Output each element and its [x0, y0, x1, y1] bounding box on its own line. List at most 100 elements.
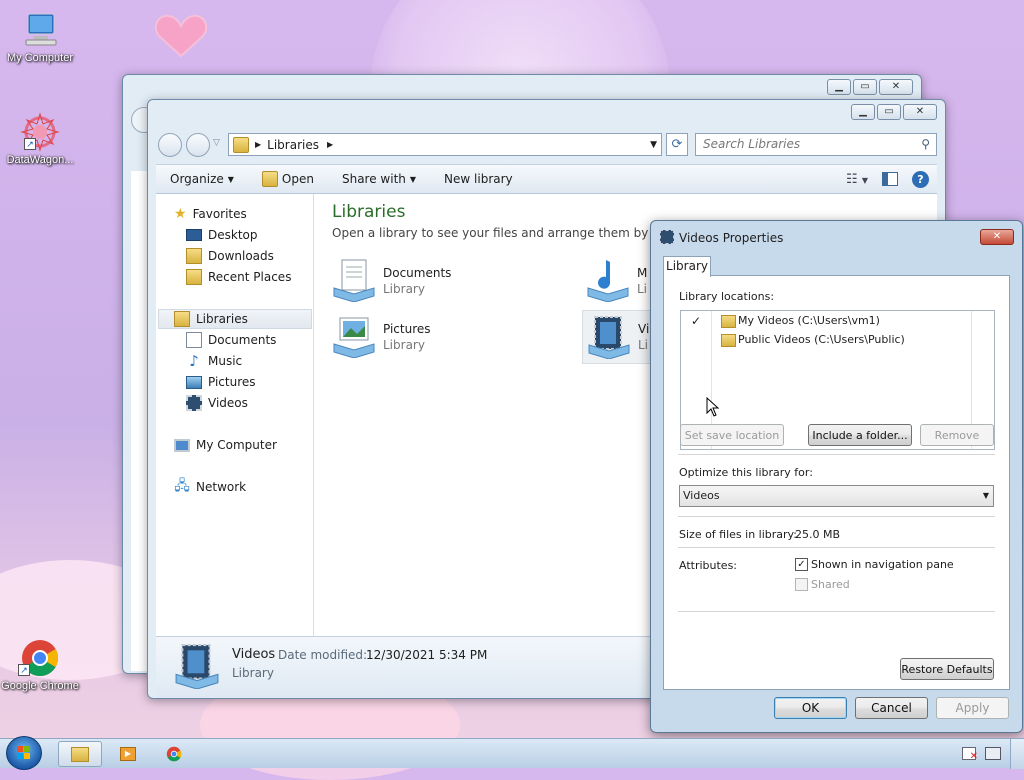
- maximize-button[interactable]: ▭: [853, 79, 877, 95]
- command-bar: Organize ▼ Open Share with ▼ New library ☷…: [156, 164, 937, 194]
- nav-label: Favorites: [192, 207, 247, 221]
- address-bar[interactable]: ▶ Libraries ▶ ▼: [228, 133, 662, 156]
- dialog-title: Videos Properties: [679, 231, 784, 245]
- optimize-label: Optimize this library for:: [679, 466, 813, 479]
- library-item-pictures[interactable]: Pictures Library: [330, 310, 550, 364]
- nav-documents[interactable]: Documents: [186, 330, 276, 350]
- search-input[interactable]: Search Libraries ⚲: [695, 133, 937, 156]
- library-item-name: Documents: [383, 266, 452, 280]
- nav-videos[interactable]: Videos: [186, 393, 248, 413]
- network-tray-icon[interactable]: [985, 747, 1001, 760]
- taskbar-explorer-button[interactable]: [58, 741, 102, 767]
- checkbox-label: Shared: [811, 578, 850, 591]
- desktop-icon-label: DataWagon...: [6, 154, 74, 166]
- set-save-location-button[interactable]: Set save location: [680, 424, 784, 446]
- library-item-documents[interactable]: Documents Library: [330, 254, 550, 308]
- organize-label: Organize: [170, 172, 224, 186]
- tab-library[interactable]: Library: [663, 256, 711, 277]
- shortcut-arrow-icon: ↗: [24, 138, 36, 150]
- computer-icon: [174, 438, 190, 452]
- restore-defaults-button[interactable]: Restore Defaults: [900, 658, 994, 680]
- new-library-button[interactable]: New library: [430, 172, 527, 186]
- location-row[interactable]: ✓ My Videos (C:\Users\vm1): [681, 313, 971, 331]
- location-name: My Videos (C:\Users\vm1): [738, 314, 880, 327]
- action-center-icon[interactable]: ✕: [962, 747, 978, 762]
- remove-button[interactable]: Remove: [920, 424, 994, 446]
- desktop-icon-my-computer[interactable]: My Computer: [0, 10, 80, 64]
- desktop-icon-label: Google Chrome: [1, 680, 79, 692]
- nav-pictures[interactable]: Pictures: [186, 372, 256, 392]
- include-folder-button[interactable]: Include a folder...: [808, 424, 912, 446]
- share-with-button[interactable]: Share with ▼: [328, 172, 430, 186]
- breadcrumb-separator-icon: ▶: [255, 140, 262, 149]
- nav-downloads[interactable]: Downloads: [186, 246, 274, 266]
- library-item-name: Pictures: [383, 322, 431, 336]
- shown-in-nav-checkbox[interactable]: ✓ Shown in navigation pane: [795, 558, 954, 571]
- nav-label: Recent Places: [208, 270, 292, 284]
- nav-music[interactable]: ♪ Music: [186, 351, 242, 371]
- show-desktop-button[interactable]: [1010, 739, 1024, 769]
- optimize-select[interactable]: Videos ▼: [679, 485, 994, 507]
- refresh-button[interactable]: ⟳: [666, 133, 688, 156]
- videos-library-icon: [587, 315, 631, 360]
- change-view-icon[interactable]: ☷ ▼: [846, 172, 868, 187]
- documents-library-icon: [332, 258, 376, 303]
- open-button[interactable]: Open: [248, 171, 328, 187]
- nav-favorites[interactable]: ★ Favorites: [174, 204, 247, 224]
- separator: [678, 454, 995, 455]
- details-type: Library: [232, 666, 274, 680]
- open-label: Open: [281, 172, 314, 186]
- close-button[interactable]: ✕: [879, 79, 913, 95]
- help-icon[interactable]: ?: [912, 170, 929, 188]
- address-dropdown-icon[interactable]: ▼: [650, 140, 657, 150]
- nav-my-computer[interactable]: My Computer: [174, 435, 277, 455]
- taskbar-media-player-button[interactable]: ▶: [106, 741, 150, 767]
- apply-button[interactable]: Apply: [936, 697, 1009, 719]
- back-button[interactable]: [158, 133, 182, 157]
- ok-button[interactable]: OK: [774, 697, 847, 719]
- details-modified-value: 12/30/2021 5:34 PM: [366, 648, 488, 662]
- library-locations-label: Library locations:: [679, 290, 775, 303]
- videos-icon: [186, 395, 202, 411]
- media-player-icon: ▶: [120, 747, 136, 761]
- library-item-type: Library: [383, 282, 425, 296]
- breadcrumb-separator-icon[interactable]: ▶: [327, 140, 333, 149]
- music-library-icon: [586, 258, 630, 303]
- dropdown-arrow-icon: ▼: [982, 491, 989, 500]
- nav-desktop[interactable]: Desktop: [186, 225, 258, 245]
- maximize-button[interactable]: ▭: [877, 104, 901, 120]
- minimize-button[interactable]: ▁: [827, 79, 851, 95]
- organize-button[interactable]: Organize ▼: [156, 172, 248, 186]
- nav-recent-places[interactable]: Recent Places: [186, 267, 291, 287]
- forward-button[interactable]: [186, 133, 210, 157]
- search-icon: ⚲: [921, 137, 930, 151]
- checkbox-label: Shown in navigation pane: [811, 558, 954, 571]
- minimize-button[interactable]: ▁: [851, 104, 875, 120]
- windows-logo-icon: [17, 746, 30, 759]
- nav-network[interactable]: 🖧 Network: [174, 477, 246, 497]
- breadcrumb-libraries[interactable]: Libraries: [267, 138, 319, 152]
- close-button[interactable]: ✕: [903, 104, 937, 120]
- recent-pages-dropdown-icon[interactable]: ▽: [213, 138, 220, 148]
- details-modified-label: Date modified:: [278, 648, 368, 662]
- library-folder-icon: [233, 136, 249, 153]
- start-button[interactable]: [6, 736, 42, 770]
- location-name: Public Videos (C:\Users\Public): [738, 333, 905, 346]
- preview-pane-icon[interactable]: [882, 172, 898, 186]
- library-item-type: Library: [383, 338, 425, 352]
- open-folder-icon: [261, 171, 278, 187]
- nav-label: Documents: [208, 333, 277, 347]
- nav-label: Libraries: [196, 312, 248, 326]
- desktop-icon-google-chrome[interactable]: ↗ Google Chrome: [0, 638, 80, 692]
- videos-properties-dialog[interactable]: Videos Properties ✕ Library Library loca…: [650, 220, 1023, 733]
- location-row[interactable]: Public Videos (C:\Users\Public): [681, 332, 971, 350]
- taskbar-chrome-button[interactable]: [152, 741, 196, 767]
- desktop-icon-datawagon[interactable]: ↗ DataWagon...: [0, 112, 80, 166]
- pictures-library-icon: [332, 314, 376, 359]
- nav-libraries[interactable]: Libraries: [158, 309, 312, 329]
- explorer-folder-icon: [71, 746, 89, 762]
- desktop-icon: [186, 229, 202, 241]
- shared-checkbox[interactable]: Shared: [795, 578, 850, 591]
- cancel-button[interactable]: Cancel: [855, 697, 928, 719]
- dialog-close-button[interactable]: ✕: [980, 229, 1014, 245]
